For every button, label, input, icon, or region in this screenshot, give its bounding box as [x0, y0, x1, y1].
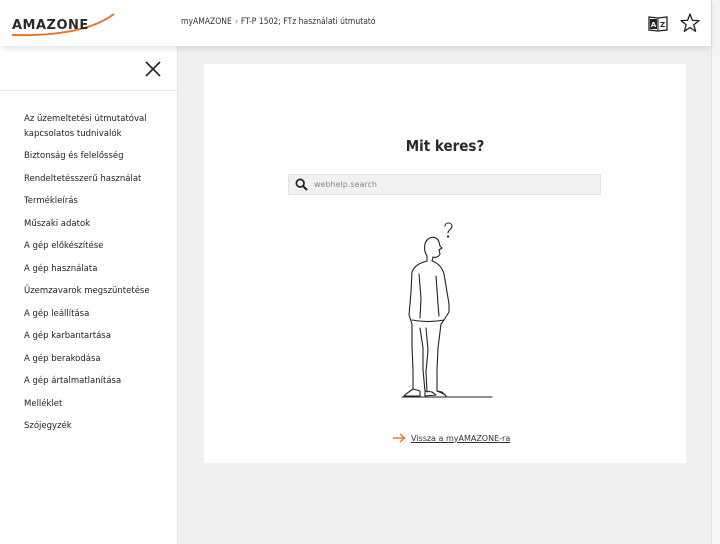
svg-text:A: A: [651, 21, 657, 29]
sidebar-menu: Az üzemeltetési útmutatóval kapcsolatos …: [24, 112, 172, 442]
sidebar-item-elokeszites[interactable]: A gép előkészítése: [24, 239, 172, 254]
breadcrumb: myAMAZONE › FT-P 1502; FTz használati útmu…: [181, 17, 376, 27]
top-header: AMAZONE myAMAZONE › FT-P 1502; FTz használ…: [0, 0, 711, 46]
amazone-logo[interactable]: AMAZONE: [10, 12, 116, 38]
sidebar-item-biztonsag[interactable]: Biztonság és felelősség: [24, 149, 172, 164]
search-icon[interactable]: [295, 178, 308, 191]
breadcrumb-current: FT-P 1502; FTz használati útmutató: [240, 17, 376, 27]
sidebar-item-szojegyzek[interactable]: Szójegyzék: [24, 419, 172, 434]
sidebar-header: [0, 46, 178, 91]
sidebar-item-leallitas[interactable]: A gép leállítása: [24, 307, 172, 322]
sidebar-item-berakodas[interactable]: A gép berakodása: [24, 352, 172, 367]
man-question-illustration: [401, 222, 493, 398]
close-icon[interactable]: [144, 60, 162, 78]
page-scrollbar[interactable]: [711, 0, 720, 544]
sidebar-item-melleklet[interactable]: Melléklet: [24, 397, 172, 412]
star-icon[interactable]: [679, 12, 701, 34]
back-link-label: Vissza a myAMAZONE-ra: [411, 433, 511, 443]
sidebar-item-uzemzavarok[interactable]: Üzemzavarok megszüntetése: [24, 284, 172, 299]
page-title: Mit keres?: [405, 137, 485, 155]
sidebar-item-hasznalat[interactable]: A gép használata: [24, 262, 172, 277]
sidebar-item-muszaki-adatok[interactable]: Műszaki adatok: [24, 217, 172, 232]
dictionary-icon[interactable]: A Z: [647, 12, 669, 34]
breadcrumb-home[interactable]: myAMAZONE: [181, 17, 232, 27]
sidebar-item-artalmatlanitas[interactable]: A gép ártalmatlanítása: [24, 374, 172, 389]
logo-text: AMAZONE: [12, 18, 89, 33]
svg-text:Z: Z: [660, 21, 665, 29]
sidebar-item-rendeltetes[interactable]: Rendeltetésszerű használat: [24, 172, 172, 187]
sidebar-item-termekleiras[interactable]: Termékleírás: [24, 194, 172, 209]
sidebar-nav: Az üzemeltetési útmutatóval kapcsolatos …: [0, 46, 178, 544]
sidebar-item-karbantartas[interactable]: A gép karbantartása: [24, 329, 172, 344]
search-bar[interactable]: [288, 174, 601, 195]
arrow-right-icon: [393, 433, 406, 443]
search-input[interactable]: [314, 177, 594, 192]
search-card: Mit keres? webhelp.search Vissza a myAMA…: [204, 64, 686, 463]
back-to-myamazone-link[interactable]: Vissza a myAMAZONE-ra: [392, 431, 510, 445]
breadcrumb-separator: ›: [234, 17, 238, 27]
sidebar-item-tudnivalok[interactable]: Az üzemeltetési útmutatóval kapcsolatos …: [24, 112, 172, 141]
